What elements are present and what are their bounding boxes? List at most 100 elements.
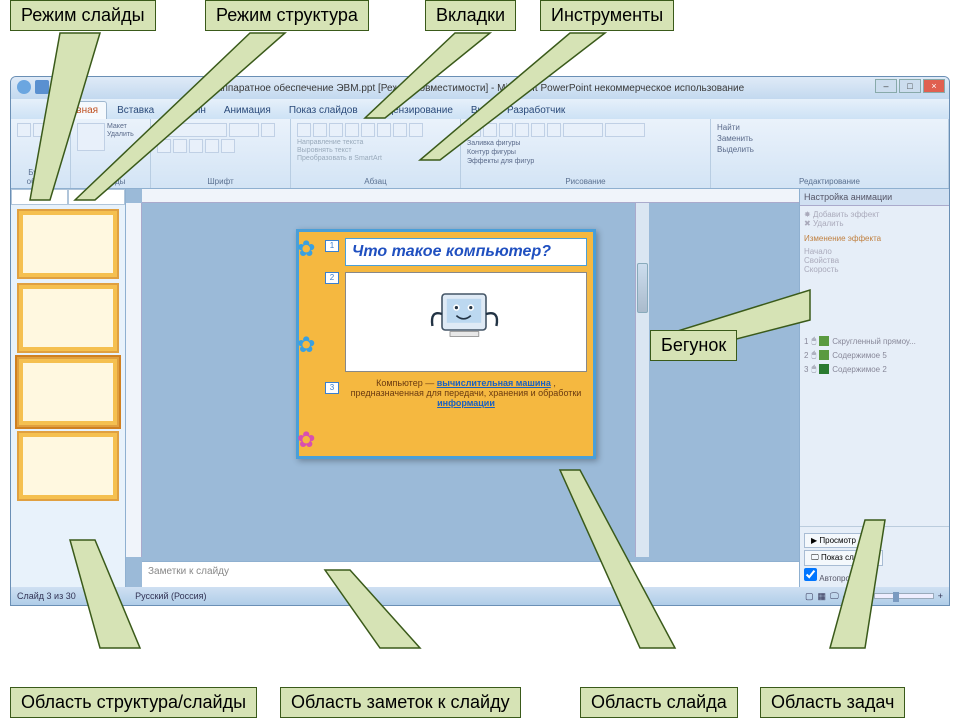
zoom-slider[interactable]: [874, 593, 934, 599]
anim-item-1[interactable]: 1🖱Скругленный прямоу...: [804, 334, 945, 348]
slide-thumb-3[interactable]: [17, 357, 119, 427]
tab-home[interactable]: Главная: [51, 101, 107, 119]
paste-icon[interactable]: [17, 123, 31, 137]
anim-item-2[interactable]: 2🖱Содержимое 5: [804, 348, 945, 362]
quick-access-toolbar[interactable]: [17, 80, 67, 94]
indent-dec-icon[interactable]: [329, 123, 343, 137]
align-right-icon[interactable]: [393, 123, 407, 137]
tab-design[interactable]: Дизайн: [164, 102, 214, 119]
quick-styles-button[interactable]: [605, 123, 645, 137]
cut-icon[interactable]: [33, 123, 47, 137]
office-button-icon[interactable]: [17, 80, 31, 94]
slide-thumb-4[interactable]: [17, 431, 119, 501]
slides-tab[interactable]: □: [11, 189, 68, 205]
indent-inc-icon[interactable]: [345, 123, 359, 137]
vertical-scrollbar[interactable]: [635, 203, 649, 557]
autopreview-checkbox[interactable]: Автопросмотр: [804, 568, 945, 583]
ribbon-label-drawing: Рисование: [467, 177, 704, 186]
font-family-selector[interactable]: [157, 123, 227, 137]
arrange-button[interactable]: [563, 123, 603, 137]
align-left-icon[interactable]: [361, 123, 375, 137]
status-language: Русский (Россия): [135, 591, 206, 601]
animation-list[interactable]: 1🖱Скругленный прямоу... 2🖱Содержимое 5 3…: [804, 334, 945, 376]
shape-arrow-icon[interactable]: [515, 123, 529, 137]
close-button[interactable]: ×: [923, 79, 945, 93]
font-color-icon[interactable]: [221, 139, 235, 153]
shape-effects-button[interactable]: Эффекты для фигур: [467, 157, 534, 166]
current-slide[interactable]: 1 2 3 Что такое компьютер?: [296, 229, 596, 459]
italic-icon[interactable]: [157, 139, 171, 153]
shape-line-icon[interactable]: [499, 123, 513, 137]
shape-rect-icon[interactable]: [467, 123, 481, 137]
shape-outline-button[interactable]: Контур фигуры: [467, 148, 534, 157]
justify-icon[interactable]: [409, 123, 423, 137]
slide-image[interactable]: [345, 272, 587, 372]
status-slide-count: Слайд 3 из 30: [17, 591, 76, 601]
undo-icon[interactable]: [53, 80, 67, 94]
tab-developer[interactable]: Разработчик: [499, 102, 573, 119]
shape-oval-icon[interactable]: [483, 123, 497, 137]
zoom-value: 45%: [843, 591, 861, 601]
save-icon[interactable]: [35, 80, 49, 94]
font-size-selector[interactable]: [229, 123, 259, 137]
slide-thumb-1[interactable]: [17, 209, 119, 279]
bold-icon[interactable]: [261, 123, 275, 137]
ribbon-label-slides: Слайды: [77, 177, 144, 186]
outline-tab[interactable]: ≡: [68, 189, 125, 205]
convert-smartart-button[interactable]: Преобразовать в SmartArt: [297, 155, 382, 163]
view-sorter-icon[interactable]: ▦: [818, 591, 827, 602]
change-effect-label: Изменение эффекта: [804, 234, 945, 243]
reset-button[interactable]: Удалить: [107, 131, 134, 139]
bullets-icon[interactable]: [297, 123, 311, 137]
preview-button[interactable]: ▶ Просмотр: [804, 533, 863, 548]
tab-view[interactable]: Вид: [463, 102, 497, 119]
callout-tools: Инструменты: [540, 0, 674, 31]
strike-icon[interactable]: [189, 139, 203, 153]
callout-slider: Бегунок: [650, 330, 737, 361]
view-slideshow-icon[interactable]: 🖵: [830, 591, 839, 602]
minimize-button[interactable]: –: [875, 79, 897, 93]
shape-star-icon[interactable]: [531, 123, 545, 137]
anim-item-3[interactable]: 3🖱Содержимое 2: [804, 362, 945, 376]
slide-title[interactable]: Что такое компьютер?: [345, 238, 587, 266]
replace-button[interactable]: Заменить: [717, 134, 942, 143]
align-text-button[interactable]: Выровнять текст: [297, 147, 382, 155]
tab-slideshow[interactable]: Показ слайдов: [281, 102, 366, 119]
powerpoint-window: Аппаратное обеспечение ЭВМ.ppt [Режим со…: [10, 76, 950, 606]
shape-fill-button[interactable]: Заливка фигуры: [467, 139, 534, 148]
anim-badge-2: 2: [325, 272, 339, 284]
copy-icon[interactable]: [49, 123, 63, 137]
zoom-controls[interactable]: ▢ ▦ 🖵 45% –+: [805, 591, 943, 602]
numbering-icon[interactable]: [313, 123, 327, 137]
tab-animation[interactable]: Анимация: [216, 102, 279, 119]
maximize-button[interactable]: □: [899, 79, 921, 93]
text-direction-button[interactable]: Направление текста: [297, 139, 382, 147]
add-effect-button[interactable]: ✸ Добавить эффект: [804, 210, 945, 219]
notes-placeholder: Заметки к слайду: [148, 566, 229, 577]
tab-insert[interactable]: Вставка: [109, 102, 162, 119]
taskpane-title: Настройка анимации: [800, 189, 949, 206]
shadow-icon[interactable]: [205, 139, 219, 153]
new-slide-icon[interactable]: [77, 123, 105, 151]
callout-outline-slides-area: Область структура/слайды: [10, 687, 257, 718]
find-button[interactable]: Найти: [717, 123, 942, 132]
remove-effect-button[interactable]: ✖ Удалить: [804, 219, 945, 228]
select-button[interactable]: Выделить: [717, 145, 942, 154]
task-pane[interactable]: Настройка анимации ✸ Добавить эффект ✖ У…: [799, 189, 949, 587]
statusbar: Слайд 3 из 30 1155 Русский (Россия) ▢ ▦ …: [11, 587, 949, 605]
scrollbar-thumb[interactable]: [637, 263, 648, 313]
slides-outline-panel[interactable]: □ ≡: [11, 189, 126, 587]
notes-pane[interactable]: Заметки к слайду: [142, 561, 799, 587]
layout-button[interactable]: Макет: [107, 123, 134, 131]
underline-icon[interactable]: [173, 139, 187, 153]
view-normal-icon[interactable]: ▢: [805, 591, 814, 602]
shape-more-icon[interactable]: [547, 123, 561, 137]
slide-text-prefix: Компьютер —: [376, 378, 437, 388]
slide-body-text[interactable]: Компьютер — вычислительная машина , пред…: [345, 378, 587, 408]
slide-text-link2: информации: [437, 398, 495, 408]
tab-review[interactable]: Рецензирование: [368, 102, 461, 119]
slide-thumb-2[interactable]: [17, 283, 119, 353]
align-center-icon[interactable]: [377, 123, 391, 137]
ribbon-group-slides: Макет Удалить Слайды: [71, 119, 151, 188]
slideshow-button[interactable]: 🖵 Показ слайдов: [804, 550, 883, 566]
